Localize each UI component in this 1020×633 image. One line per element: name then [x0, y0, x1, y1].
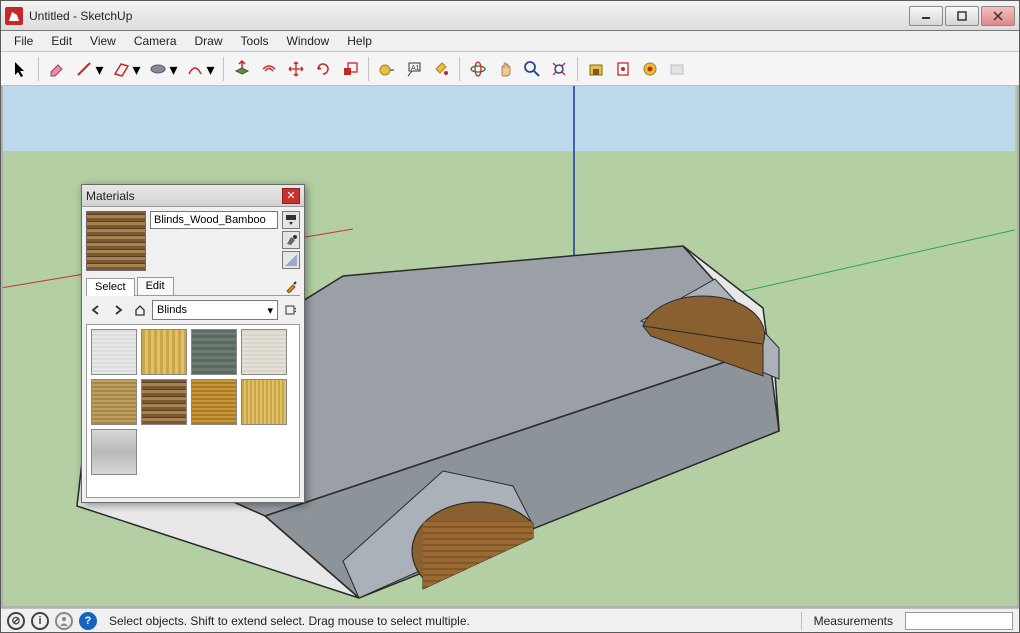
- toolbar: ▾ ▾ ▾ ▾ A1: [1, 52, 1019, 86]
- statusbar: ⊘ i Select objects. Shift to extend sele…: [1, 608, 1019, 632]
- material-thumb[interactable]: [191, 329, 237, 375]
- zoom-tool[interactable]: [519, 56, 545, 82]
- orbit-tool[interactable]: [465, 56, 491, 82]
- nav-home-button[interactable]: [130, 300, 150, 320]
- rotate-tool[interactable]: [310, 56, 336, 82]
- material-thumb[interactable]: [91, 429, 137, 475]
- create-material-button[interactable]: [282, 231, 300, 249]
- material-thumb[interactable]: [241, 329, 287, 375]
- details-button[interactable]: [280, 300, 300, 320]
- material-category-dropdown[interactable]: Blinds▾: [152, 300, 278, 320]
- material-thumb[interactable]: [91, 379, 137, 425]
- minimize-button[interactable]: [909, 6, 943, 26]
- nav-back-button[interactable]: [86, 300, 106, 320]
- add-location-tool[interactable]: [664, 56, 690, 82]
- toolbar-separator: [38, 57, 39, 81]
- chevron-down-icon[interactable]: ▾: [132, 57, 141, 83]
- current-material-swatch[interactable]: [86, 211, 146, 271]
- menu-camera[interactable]: Camera: [125, 32, 186, 50]
- offset-tool[interactable]: [256, 56, 282, 82]
- materials-panel-title: Materials: [86, 189, 282, 203]
- toolbar-separator: [577, 57, 578, 81]
- materials-panel[interactable]: Materials ✕ Blinds_Wood_Bamboo Sele: [81, 184, 305, 503]
- material-thumb[interactable]: [141, 329, 187, 375]
- line-tool[interactable]: ▾: [71, 56, 97, 82]
- chevron-down-icon[interactable]: ▾: [206, 57, 215, 83]
- measurements-label: Measurements: [808, 614, 899, 628]
- chevron-down-icon[interactable]: ▾: [169, 57, 178, 83]
- arc-tool[interactable]: ▾: [182, 56, 208, 82]
- push-pull-tool[interactable]: [229, 56, 255, 82]
- chevron-down-icon[interactable]: ▾: [95, 57, 104, 83]
- app-window: Untitled - SketchUp File Edit View Camer…: [0, 0, 1020, 633]
- 3d-warehouse-tool[interactable]: [583, 56, 609, 82]
- paint-bucket-tool[interactable]: [428, 56, 454, 82]
- tab-select[interactable]: Select: [86, 278, 135, 296]
- menu-edit[interactable]: Edit: [42, 32, 81, 50]
- materials-grid: [86, 324, 300, 498]
- geolocation-icon[interactable]: ⊘: [7, 612, 25, 630]
- rectangle-tool[interactable]: ▾: [108, 56, 134, 82]
- material-thumb[interactable]: [91, 329, 137, 375]
- app-icon: [5, 7, 23, 25]
- select-tool[interactable]: [7, 56, 33, 82]
- text-tool[interactable]: A1: [401, 56, 427, 82]
- materials-nav: Blinds▾: [86, 300, 300, 320]
- material-thumb[interactable]: [141, 379, 187, 425]
- material-thumb[interactable]: [191, 379, 237, 425]
- material-name-field[interactable]: Blinds_Wood_Bamboo: [150, 211, 278, 229]
- measurements-field[interactable]: [905, 612, 1013, 630]
- help-icon[interactable]: [79, 612, 97, 630]
- close-button[interactable]: [981, 6, 1015, 26]
- toolbar-separator: [459, 57, 460, 81]
- extension-tool[interactable]: [637, 56, 663, 82]
- menubar: File Edit View Camera Draw Tools Window …: [1, 31, 1019, 52]
- display-secondary-pane-button[interactable]: [282, 211, 300, 229]
- materials-panel-titlebar[interactable]: Materials ✕: [82, 185, 304, 207]
- menu-file[interactable]: File: [5, 32, 42, 50]
- eraser-tool[interactable]: [44, 56, 70, 82]
- menu-help[interactable]: Help: [338, 32, 381, 50]
- nav-forward-button[interactable]: [108, 300, 128, 320]
- menu-view[interactable]: View: [81, 32, 125, 50]
- maximize-button[interactable]: [945, 6, 979, 26]
- statusbar-separator: [801, 612, 802, 630]
- materials-close-button[interactable]: ✕: [282, 188, 300, 204]
- default-material-button[interactable]: [282, 251, 300, 269]
- circle-tool[interactable]: ▾: [145, 56, 171, 82]
- window-buttons: [907, 6, 1015, 26]
- toolbar-separator: [368, 57, 369, 81]
- materials-tabs: Select Edit: [86, 277, 300, 296]
- move-tool[interactable]: [283, 56, 309, 82]
- viewport[interactable]: Materials ✕ Blinds_Wood_Bamboo Sele: [1, 86, 1019, 608]
- credits-icon[interactable]: i: [31, 612, 49, 630]
- scale-tool[interactable]: [337, 56, 363, 82]
- titlebar: Untitled - SketchUp: [1, 1, 1019, 31]
- pan-tool[interactable]: [492, 56, 518, 82]
- zoom-extents-tool[interactable]: [546, 56, 572, 82]
- toolbar-separator: [223, 57, 224, 81]
- menu-window[interactable]: Window: [278, 32, 339, 50]
- status-hint: Select objects. Shift to extend select. …: [103, 614, 795, 628]
- tab-edit[interactable]: Edit: [137, 277, 174, 295]
- material-category-label: Blinds: [157, 304, 267, 316]
- menu-draw[interactable]: Draw: [186, 32, 232, 50]
- svg-text:A1: A1: [411, 65, 420, 72]
- user-icon[interactable]: [55, 612, 73, 630]
- layout-tool[interactable]: [610, 56, 636, 82]
- menu-tools[interactable]: Tools: [232, 32, 278, 50]
- tape-measure-tool[interactable]: [374, 56, 400, 82]
- material-thumb[interactable]: [241, 379, 287, 425]
- window-title: Untitled - SketchUp: [29, 9, 907, 23]
- materials-body: Blinds_Wood_Bamboo Select Edit: [82, 207, 304, 502]
- eyedropper-button[interactable]: [282, 277, 300, 295]
